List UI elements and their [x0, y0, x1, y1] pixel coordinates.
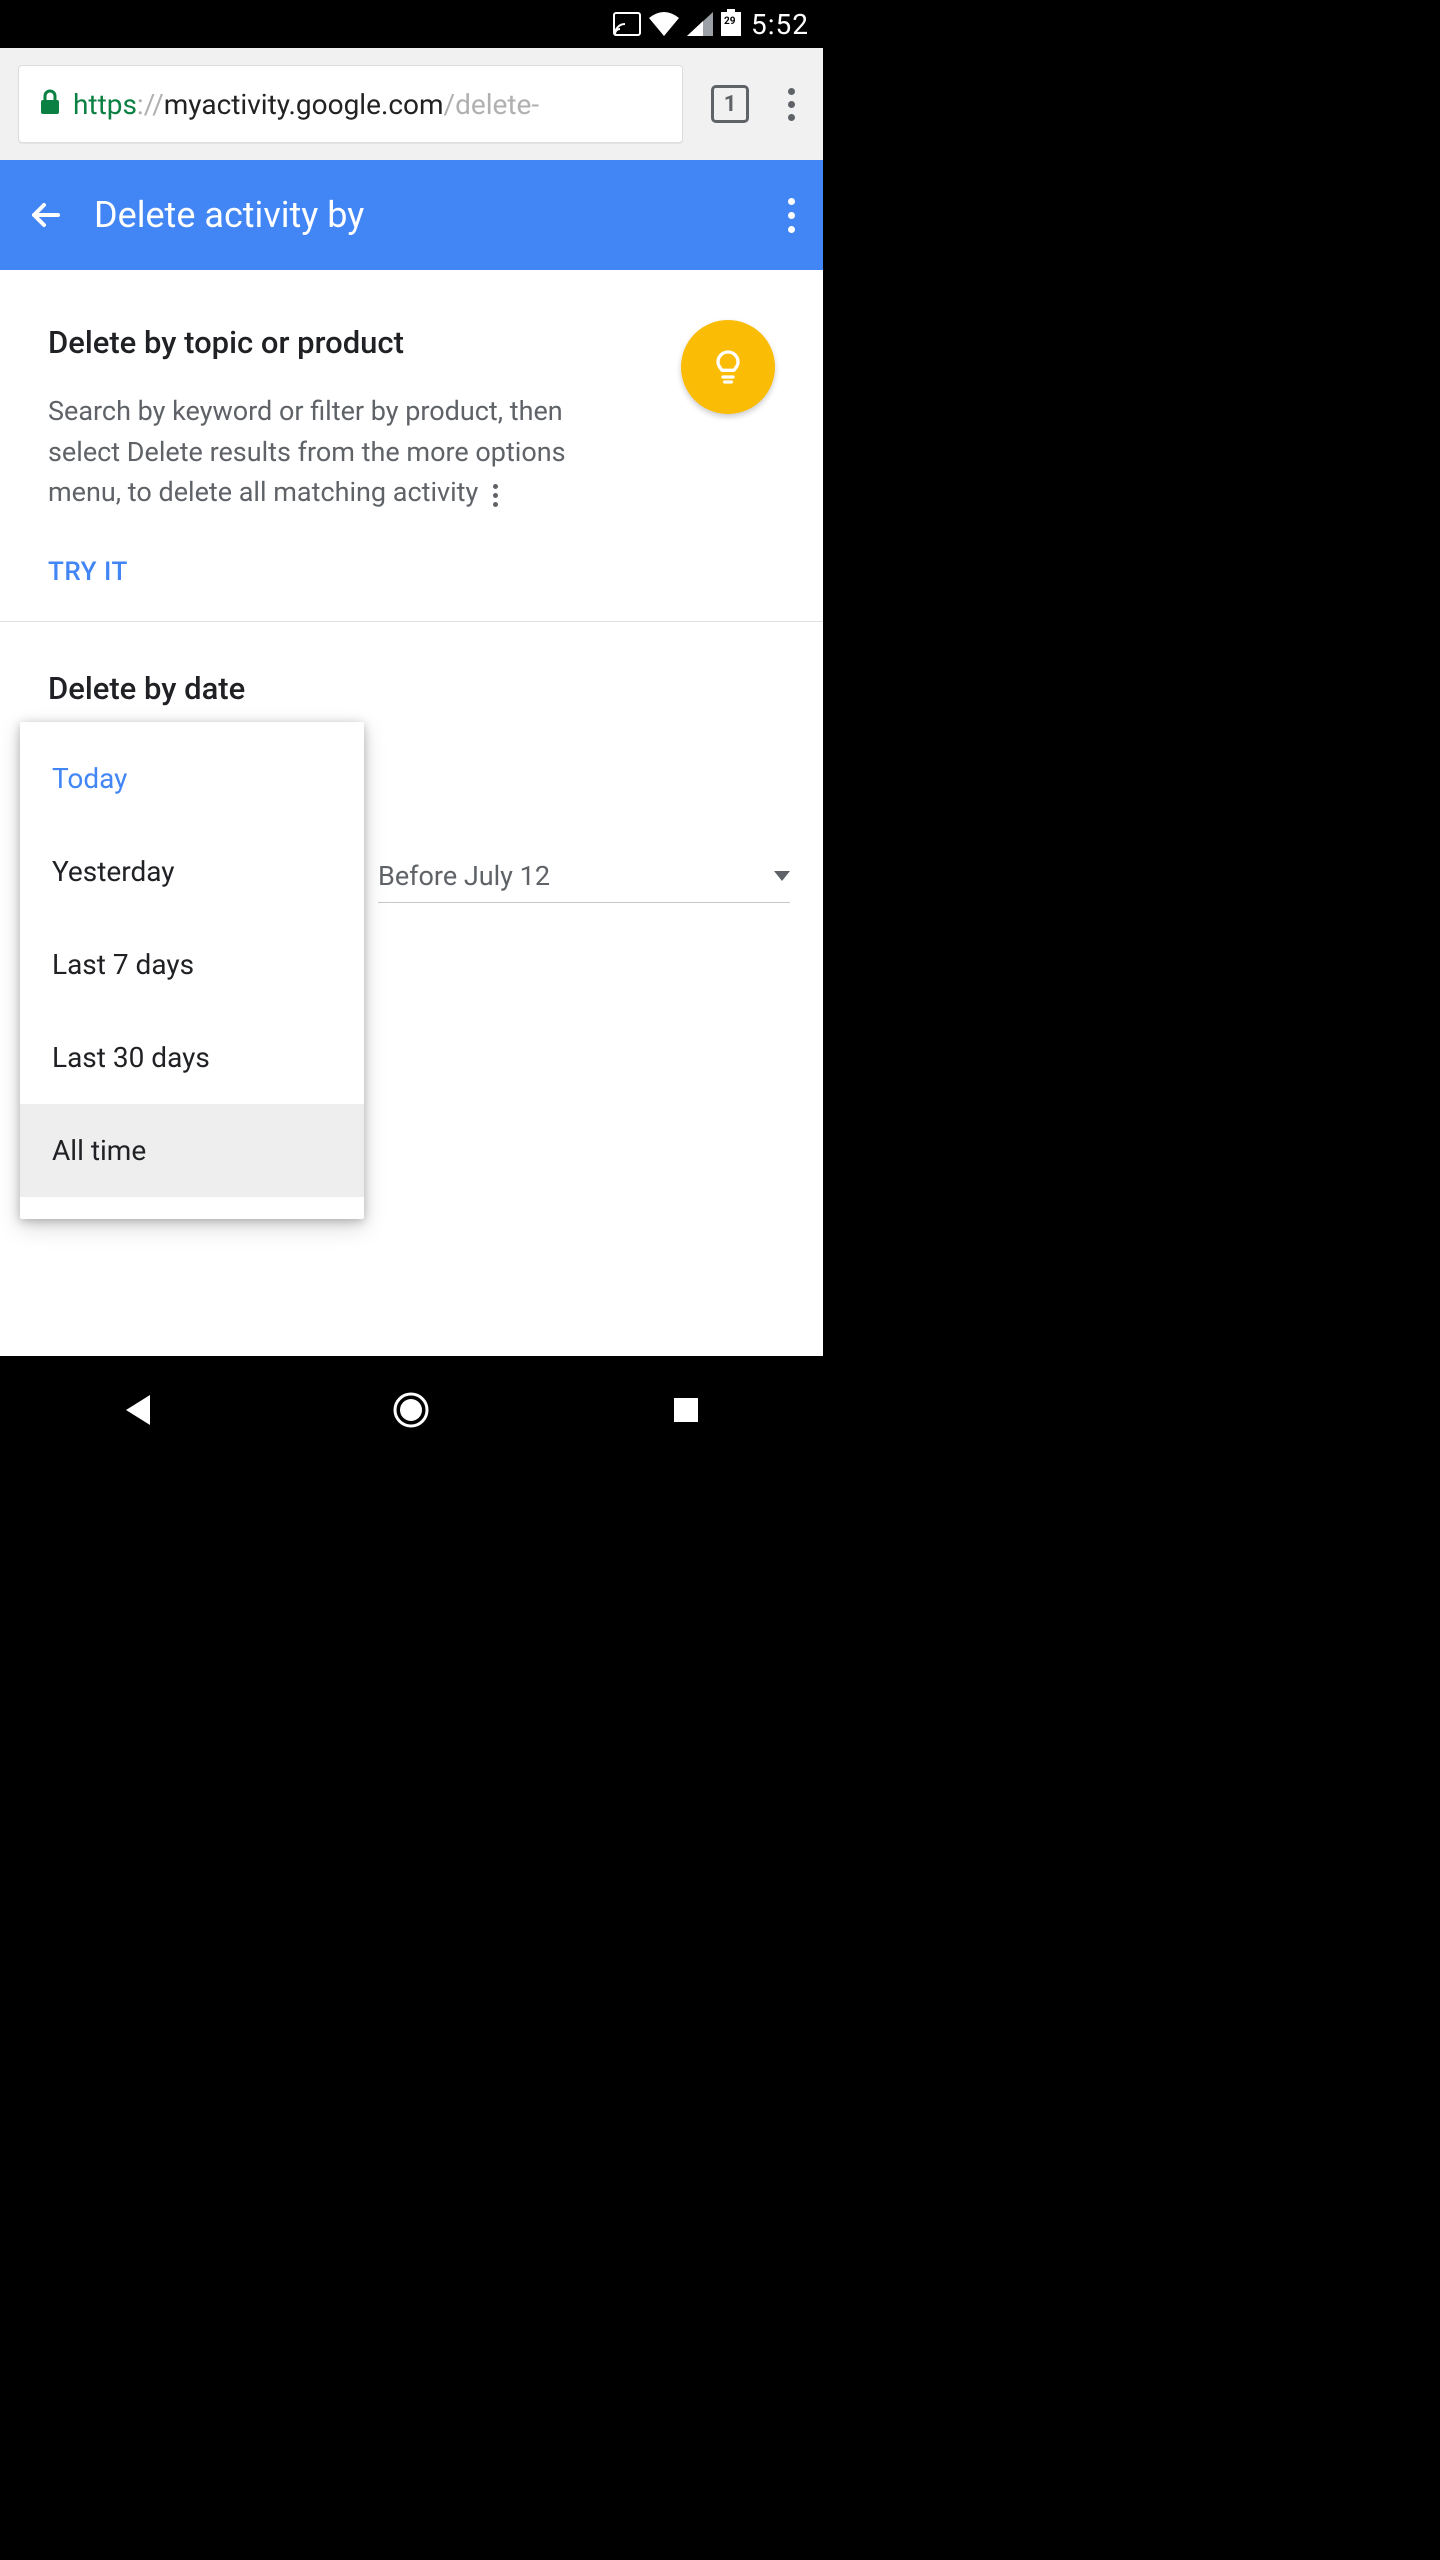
- try-it-button[interactable]: TRY IT: [48, 557, 775, 587]
- nav-back-button[interactable]: [115, 1388, 159, 1432]
- status-icons: 29: [613, 12, 741, 36]
- cast-icon: [613, 12, 641, 36]
- before-date-label: Before July 12: [378, 860, 550, 892]
- url-host: myactivity.google.com: [164, 88, 444, 121]
- tab-switcher-button[interactable]: 1: [711, 85, 749, 123]
- battery-icon: 29: [721, 12, 741, 36]
- tips-fab[interactable]: [681, 320, 775, 414]
- date-heading: Delete by date: [48, 670, 775, 707]
- chrome-menu-button[interactable]: [777, 88, 805, 121]
- dot-icon: [788, 114, 795, 121]
- dot-icon: [788, 101, 795, 108]
- lightbulb-icon: [708, 347, 748, 387]
- url-sep: ://: [137, 88, 164, 121]
- back-button[interactable]: [20, 195, 72, 235]
- topic-description-text: Search by keyword or filter by product, …: [48, 395, 566, 508]
- delete-by-date-section: Delete by date Before July 12 Today Yest…: [0, 622, 823, 707]
- nav-recents-button[interactable]: [664, 1388, 708, 1432]
- wifi-icon: [649, 12, 679, 36]
- dot-icon: [788, 88, 795, 95]
- android-status-bar: 29 5:52: [0, 0, 823, 48]
- status-clock: 5:52: [751, 8, 809, 41]
- date-option-yesterday[interactable]: Yesterday: [20, 825, 364, 918]
- date-range-dropdown: Today Yesterday Last 7 days Last 30 days…: [20, 722, 364, 1219]
- before-date-select[interactable]: Before July 12: [378, 854, 790, 903]
- chrome-toolbar: https://myactivity.google.com/delete- 1: [0, 48, 823, 160]
- more-options-icon: [493, 484, 498, 507]
- address-bar[interactable]: https://myactivity.google.com/delete-: [18, 65, 683, 143]
- date-option-last-30-days[interactable]: Last 30 days: [20, 1011, 364, 1104]
- dot-icon: [788, 226, 795, 233]
- dot-icon: [788, 198, 795, 205]
- nav-home-button[interactable]: [389, 1388, 433, 1432]
- cell-signal-icon: [687, 12, 713, 36]
- page-title: Delete activity by: [94, 194, 788, 236]
- url-path: /delete-: [444, 88, 540, 121]
- android-nav-bar: [0, 1356, 823, 1464]
- delete-by-topic-section: Delete by topic or product Search by key…: [0, 270, 823, 622]
- topic-description: Search by keyword or filter by product, …: [48, 391, 588, 513]
- date-option-last-7-days[interactable]: Last 7 days: [20, 918, 364, 1011]
- content-area: Delete by topic or product Search by key…: [0, 270, 823, 1356]
- url-scheme: https: [73, 88, 137, 121]
- battery-level: 29: [724, 16, 735, 27]
- date-option-today[interactable]: Today: [20, 732, 364, 825]
- url-text: https://myactivity.google.com/delete-: [73, 88, 539, 121]
- topic-heading: Delete by topic or product: [48, 324, 775, 361]
- tab-count: 1: [724, 92, 737, 117]
- dot-icon: [788, 212, 795, 219]
- lock-icon: [39, 89, 61, 119]
- date-option-all-time[interactable]: All time: [20, 1104, 364, 1197]
- app-bar: Delete activity by: [0, 160, 823, 270]
- dropdown-caret-icon: [774, 871, 790, 881]
- app-menu-button[interactable]: [788, 198, 803, 233]
